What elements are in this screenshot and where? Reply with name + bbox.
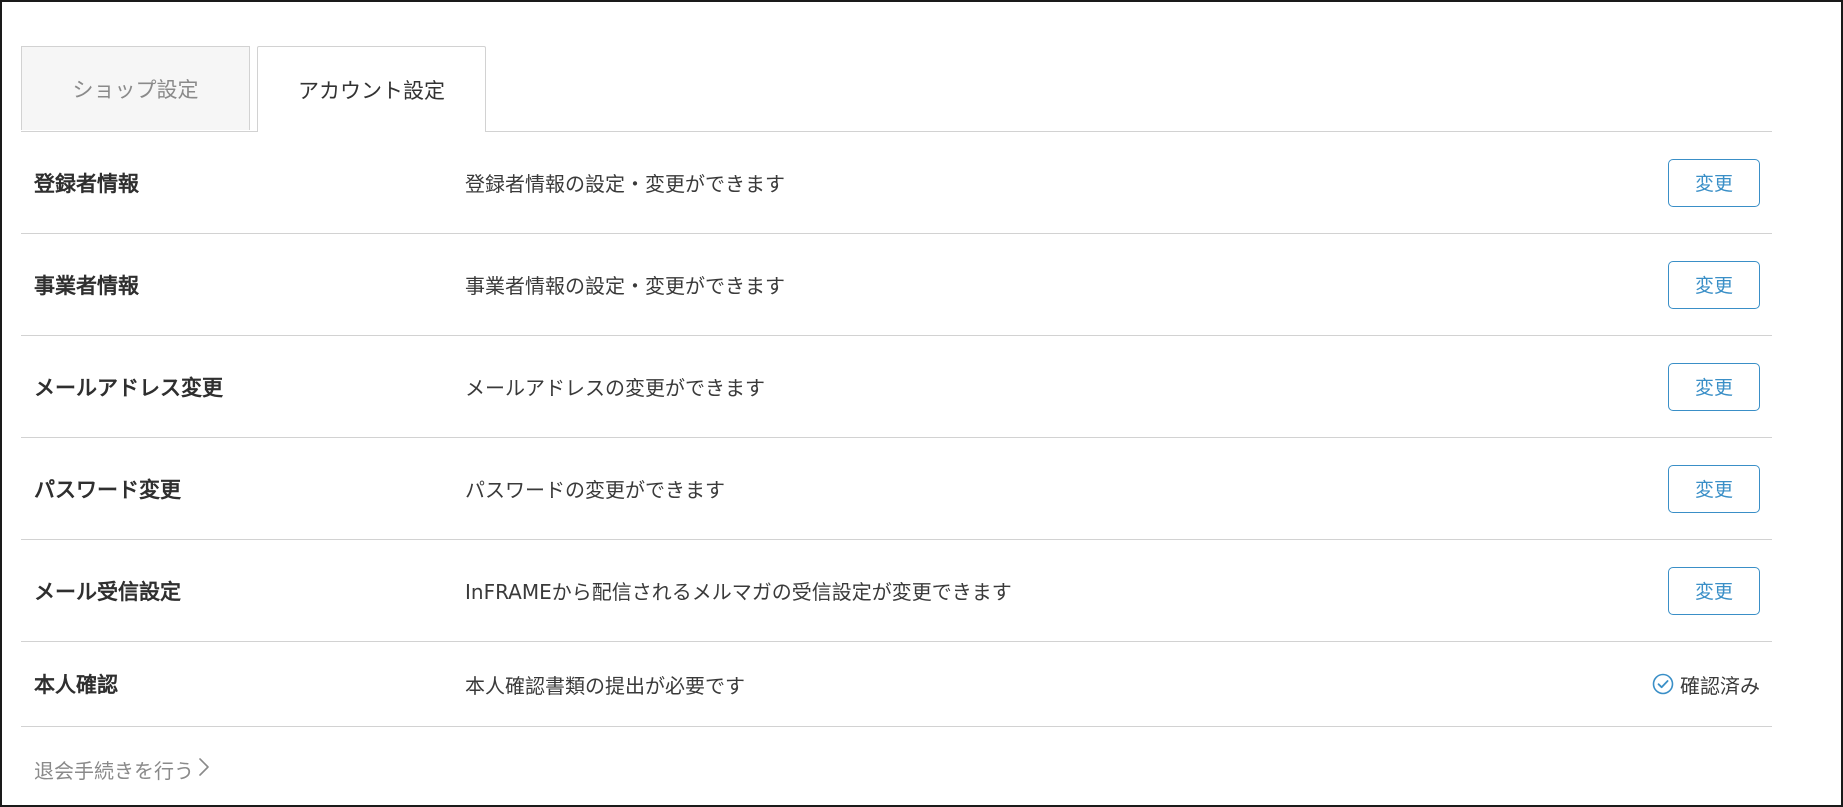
withdraw-link[interactable]: 退会手続きを行う — [34, 755, 210, 784]
withdraw-link-label: 退会手続きを行う — [34, 759, 194, 783]
tab-shop-settings[interactable]: ショップ設定 — [21, 46, 250, 130]
row-description: 事業者情報の設定・変更ができます — [465, 274, 785, 298]
change-email-address-button[interactable]: 変更 — [1668, 362, 1760, 411]
change-registrant-info-button[interactable]: 変更 — [1668, 158, 1760, 207]
row-title: 事業者情報 — [34, 273, 139, 298]
row-title: メールアドレス変更 — [34, 375, 223, 400]
settings-row-email-address: メールアドレス変更 メールアドレスの変更ができます 変更 — [21, 336, 1772, 438]
account-settings-panel: ショップ設定 アカウント設定 登録者情報 登録者情報の設定・変更ができます 変更… — [21, 46, 1772, 783]
settings-row-password: パスワード変更 パスワードの変更ができます 変更 — [21, 438, 1772, 540]
change-password-button[interactable]: 変更 — [1668, 464, 1760, 513]
row-description: 登録者情報の設定・変更ができます — [465, 172, 785, 196]
settings-row-business-info: 事業者情報 事業者情報の設定・変更ができます 変更 — [21, 234, 1772, 336]
change-business-info-button[interactable]: 変更 — [1668, 260, 1760, 309]
chevron-right-icon — [198, 757, 210, 782]
settings-tabs: ショップ設定 アカウント設定 — [21, 46, 1772, 132]
verified-status: 確認済み — [1652, 670, 1760, 699]
settings-row-identity-verification: 本人確認 本人確認書類の提出が必要です 確認済み — [21, 642, 1772, 727]
row-title: 登録者情報 — [34, 171, 139, 196]
settings-row-mail-subscription: メール受信設定 InFRAMEから配信されるメルマガの受信設定が変更できます 変… — [21, 540, 1772, 642]
verified-status-label: 確認済み — [1680, 673, 1760, 698]
tab-account-settings[interactable]: アカウント設定 — [257, 46, 486, 132]
row-description: InFRAMEから配信されるメルマガの受信設定が変更できます — [465, 580, 1012, 604]
row-description: 本人確認書類の提出が必要です — [465, 673, 745, 698]
change-mail-subscription-button[interactable]: 変更 — [1668, 566, 1760, 615]
settings-row-registrant-info: 登録者情報 登録者情報の設定・変更ができます 変更 — [21, 132, 1772, 234]
check-circle-icon — [1652, 673, 1674, 695]
window-frame: ショップ設定 アカウント設定 登録者情報 登録者情報の設定・変更ができます 変更… — [0, 0, 1843, 807]
row-description: メールアドレスの変更ができます — [465, 376, 765, 400]
row-title: パスワード変更 — [34, 477, 181, 502]
row-title: 本人確認 — [34, 673, 118, 697]
row-title: メール受信設定 — [34, 579, 181, 604]
row-description: パスワードの変更ができます — [465, 478, 725, 502]
